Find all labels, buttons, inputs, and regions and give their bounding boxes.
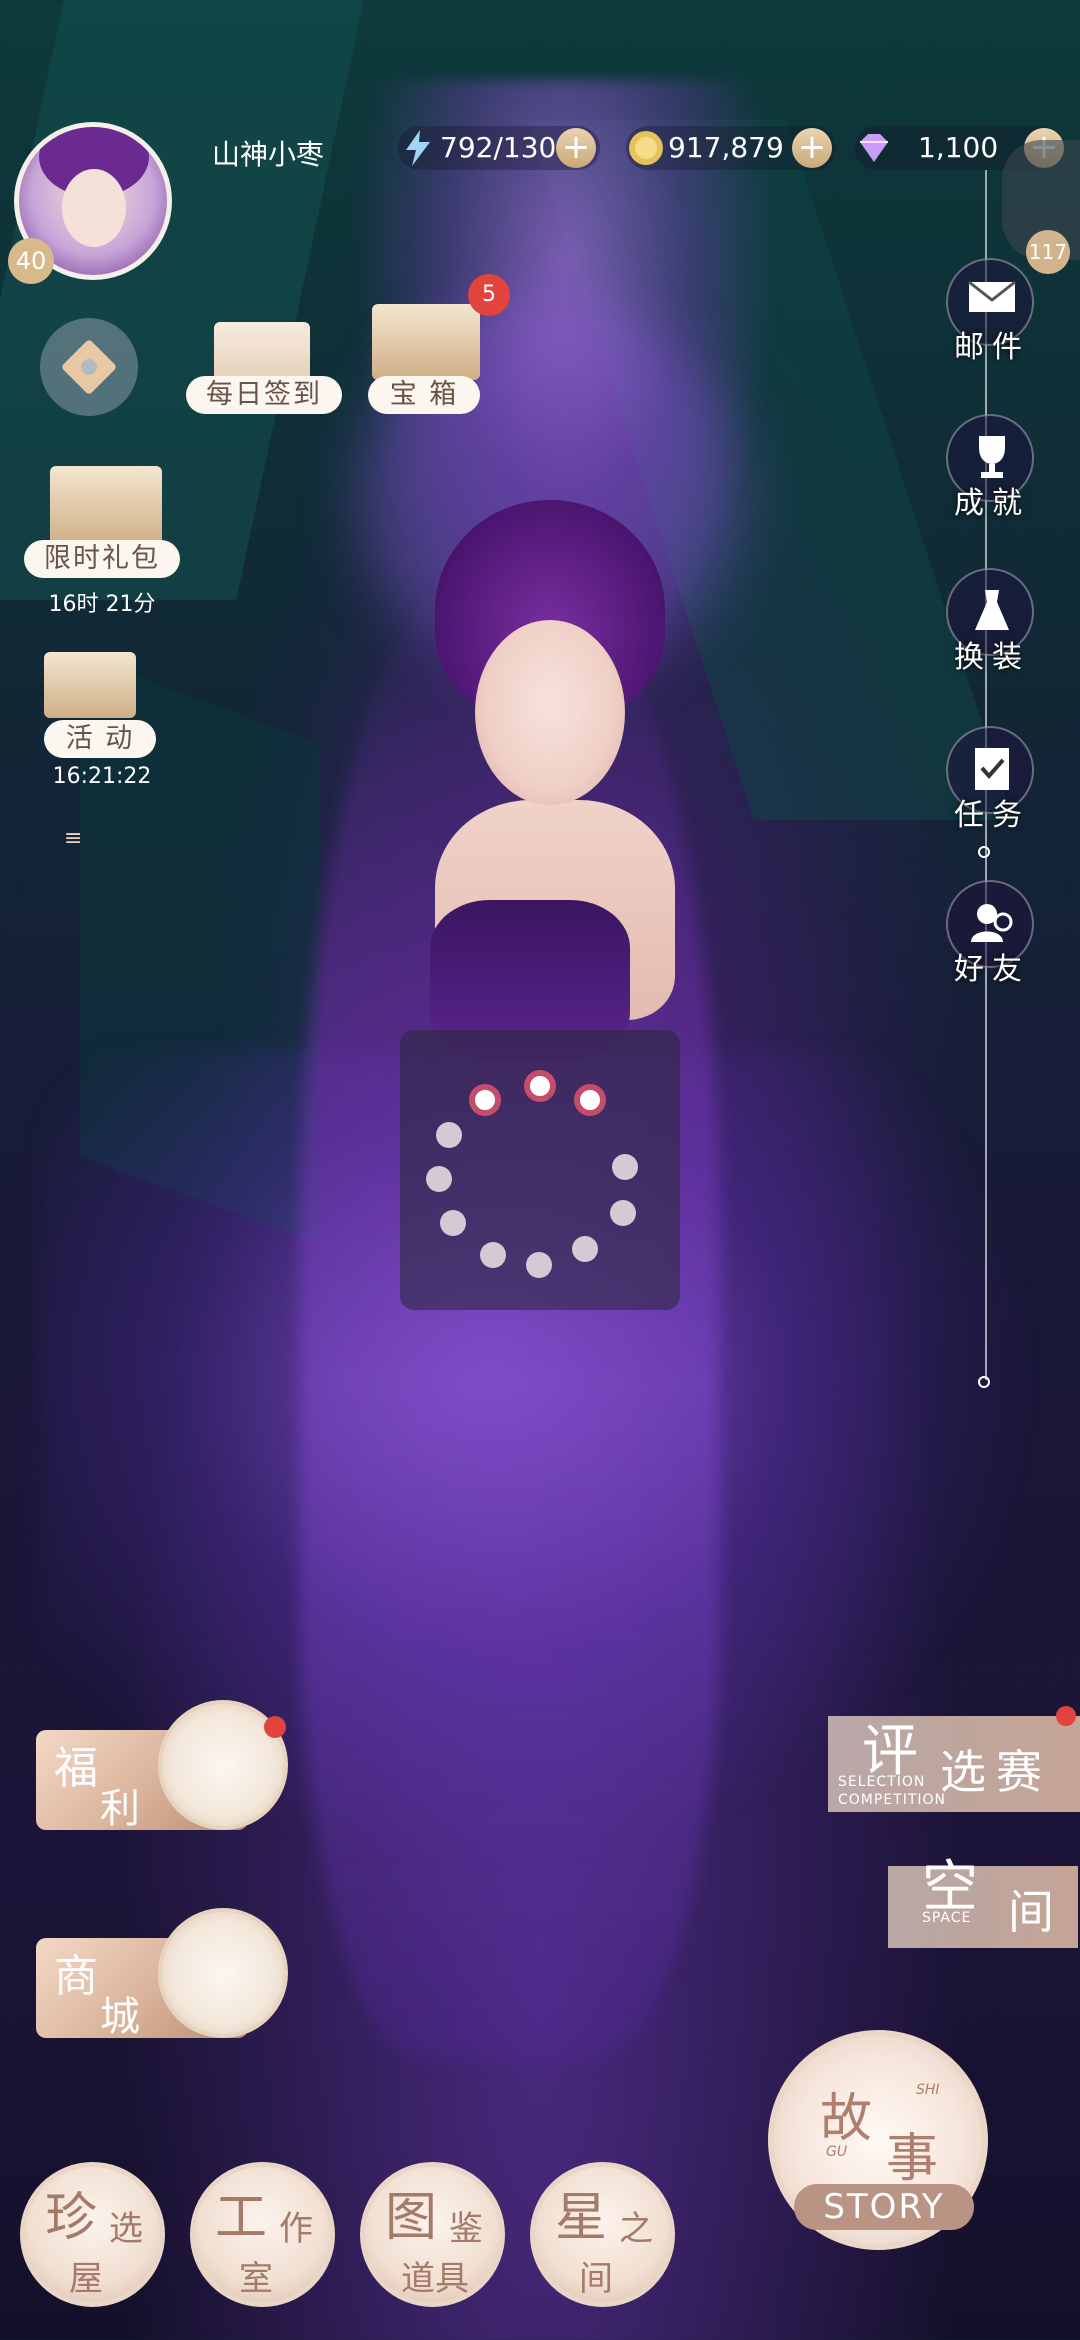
stamina-value: 792/130 — [440, 131, 557, 164]
sidebar-label: 邮件 — [954, 330, 1030, 365]
add-coins-button[interactable]: + — [792, 128, 832, 168]
lightning-icon — [406, 130, 430, 166]
diamonds-value: 1,100 — [918, 131, 999, 164]
limited-gift-pack-icon[interactable] — [50, 466, 162, 546]
side-menu-toggle[interactable]: 117 — [1002, 140, 1080, 274]
avatar-face — [62, 169, 126, 247]
space-rest-char: 间 — [1008, 1885, 1064, 1939]
space-en: SPACE — [922, 1910, 972, 1926]
nav-char-2: 之 — [619, 2209, 653, 2249]
shop-button[interactable]: 商 城 — [36, 1908, 288, 2040]
spinner-dot — [436, 1122, 462, 1148]
nav-char-2: 选 — [109, 2209, 143, 2249]
notification-dot — [1056, 1706, 1076, 1726]
shopping-cart-icon — [158, 1908, 288, 2038]
spinner-dot — [440, 1210, 466, 1236]
sidebar-label: 好友 — [954, 952, 1030, 987]
nav-char-2: 鉴 — [449, 2209, 483, 2249]
player-level-badge: 40 — [8, 238, 54, 284]
loading-spinner — [400, 1030, 680, 1310]
coins-value: 917,879 — [668, 131, 784, 164]
sidebar-item-dressup[interactable]: 换装 — [942, 568, 1042, 708]
sidebar-label: 任务 — [954, 798, 1030, 833]
stamina-bar: 792/130 + — [398, 126, 600, 170]
spinner-dot — [524, 1070, 556, 1102]
nav-char-1: 图 — [385, 2188, 438, 2248]
nav-char-3: 间 — [579, 2259, 613, 2299]
nav-char-3: 室 — [239, 2259, 273, 2299]
nav-char-2: 作 — [279, 2209, 313, 2249]
story-char-2: 事 — [886, 2129, 939, 2189]
pinwheel-icon — [60, 338, 118, 396]
player-name: 山神小枣 — [212, 138, 325, 171]
spinner-dot — [574, 1084, 606, 1116]
nav-star-room[interactable]: 星 之 间 — [530, 2162, 675, 2307]
competition-rest-chars: 选赛 — [940, 1745, 1052, 1799]
pinwheel-button[interactable] — [40, 318, 138, 416]
event-gift-icon[interactable] — [44, 652, 136, 718]
story-pinyin-1: SHI — [916, 2082, 940, 2098]
rail-end-dot — [978, 1376, 990, 1388]
spinner-dot — [426, 1166, 452, 1192]
sidebar-item-mail[interactable]: 邮件 — [942, 258, 1042, 398]
shop-char-2: 城 — [100, 1994, 140, 2040]
character-face — [475, 620, 625, 805]
event-label[interactable]: 活 动 — [44, 720, 156, 758]
daily-checkin-label[interactable]: 每日签到 — [186, 376, 342, 414]
welfare-char-1: 福 — [54, 1743, 98, 1794]
notification-dot — [264, 1716, 286, 1738]
space-button[interactable]: 空 间 SPACE — [888, 1855, 1078, 1948]
event-timer: 16:21:22 — [52, 764, 152, 789]
sidebar-label: 成就 — [954, 486, 1030, 521]
shop-char-1: 商 — [54, 1951, 98, 2002]
diamond-icon — [860, 134, 888, 162]
spinner-dot — [610, 1200, 636, 1226]
nav-char-1: 珍 — [45, 2188, 98, 2248]
welfare-button[interactable]: 福 利 — [36, 1700, 288, 1832]
spinner-dot — [469, 1084, 501, 1116]
nav-char-1: 星 — [555, 2188, 608, 2248]
sidebar-item-achievements[interactable]: 成就 — [942, 414, 1042, 554]
nav-studio[interactable]: 工 作 室 — [190, 2162, 335, 2307]
story-pinyin-2: GU — [826, 2144, 848, 2160]
competition-en-2: COMPETITION — [838, 1792, 947, 1808]
collapse-menu-icon[interactable]: ≡ — [64, 826, 82, 851]
coins-bar: 917,879 + — [626, 126, 836, 170]
selection-competition-button[interactable]: 评 选赛 SELECTION COMPETITION — [828, 1706, 1080, 1812]
spinner-dot — [526, 1252, 552, 1278]
nav-char-3: 道具 — [401, 2259, 469, 2299]
treasure-chest-label[interactable]: 宝 箱 — [368, 376, 480, 414]
spinner-dot — [480, 1242, 506, 1268]
treasure-chest-icon[interactable] — [372, 304, 480, 380]
spinner-dot — [572, 1236, 598, 1262]
nav-char-3: 屋 — [69, 2259, 103, 2299]
competition-en-1: SELECTION — [838, 1774, 926, 1790]
spinner-dot — [612, 1154, 638, 1180]
treasure-count-badge: 5 — [468, 274, 510, 316]
limited-gift-pack-label[interactable]: 限时礼包 — [24, 540, 180, 578]
story-char-1: 故 — [820, 2089, 873, 2149]
sidebar-item-tasks[interactable]: 任务 — [942, 726, 1042, 866]
nav-catalog[interactable]: 图 鉴 道具 — [360, 2162, 505, 2307]
nav-char-1: 工 — [215, 2188, 268, 2248]
story-button[interactable]: 故 事 SHI GU STORY — [768, 2030, 988, 2250]
nav-curated-house[interactable]: 珍 选 屋 — [20, 2162, 165, 2307]
gold-coin-icon — [629, 131, 663, 165]
sidebar-item-friends[interactable]: 好友 — [942, 880, 1042, 1020]
sidebar-label: 换装 — [954, 640, 1030, 675]
add-stamina-button[interactable]: + — [556, 128, 596, 168]
welfare-char-2: 利 — [100, 1786, 140, 1832]
limited-gift-pack-timer: 16时 21分 — [48, 592, 156, 617]
story-en-label: STORY — [794, 2184, 974, 2230]
